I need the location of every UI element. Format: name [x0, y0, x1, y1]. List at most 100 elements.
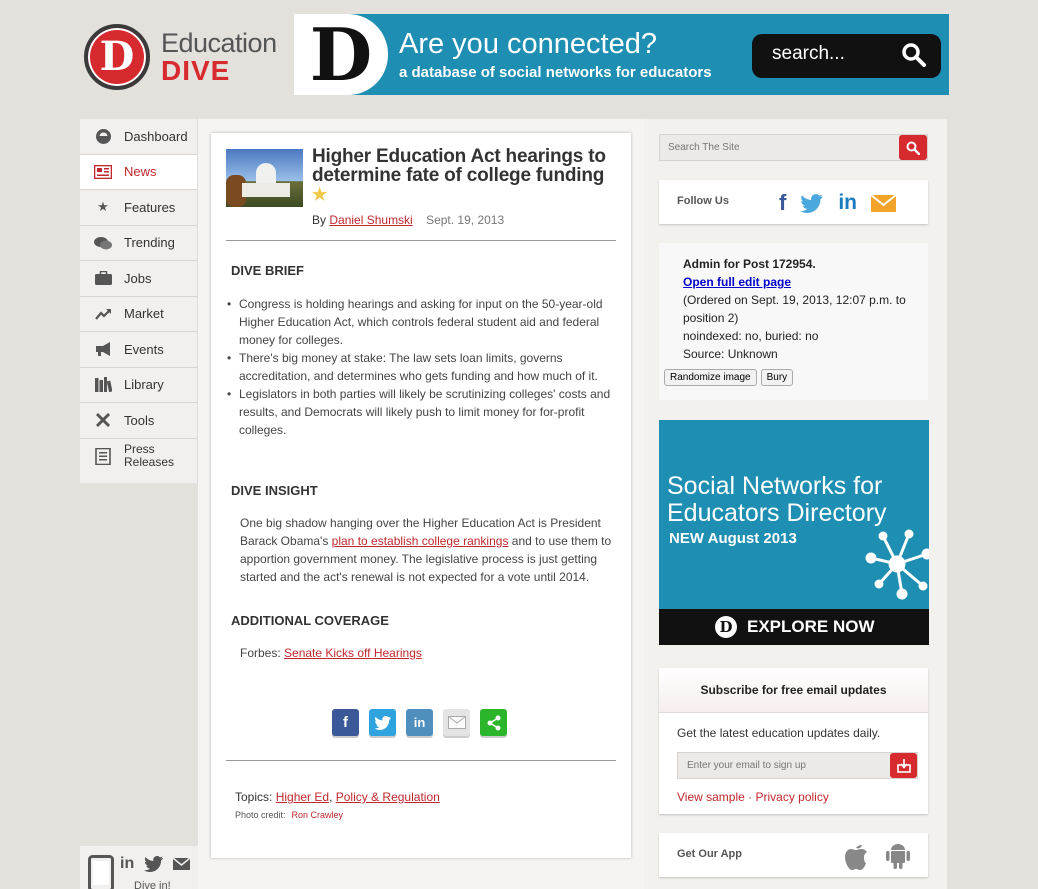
topic-link-higher-ed[interactable]: Higher Ed — [276, 790, 329, 804]
article-thumbnail[interactable] — [226, 149, 303, 207]
books-icon — [94, 377, 112, 393]
additional-coverage-heading: ADDITIONAL COVERAGE — [231, 613, 389, 628]
topic-link-policy[interactable]: Policy & Regulation — [336, 790, 440, 804]
subscribe-links: View sample · Privacy policy — [677, 790, 829, 804]
randomize-image-button[interactable]: Randomize image — [664, 369, 757, 386]
linkedin-icon[interactable]: in — [838, 191, 857, 215]
nav-item-events[interactable]: Events — [80, 332, 197, 368]
main-nav: Dashboard News ★ Features Trending Jobs … — [80, 119, 198, 483]
article-date: Sept. 19, 2013 — [426, 213, 505, 227]
nav-press-line1: Press — [124, 442, 155, 457]
twitter-small-icon[interactable] — [144, 856, 164, 872]
subscribe-heading: Subscribe for free email updates — [659, 668, 928, 713]
coverage-item: Forbes: Senate Kicks off Hearings — [240, 646, 422, 660]
divider — [226, 760, 616, 761]
banner-logo: D — [294, 14, 388, 95]
logo-word-dive: DIVE — [161, 55, 231, 86]
article-topics: Topics: Higher Ed, Policy & Regulation — [235, 790, 440, 804]
megaphone-icon — [94, 341, 112, 357]
follow-us-label: Follow Us — [677, 195, 729, 207]
twitter-icon[interactable] — [800, 193, 824, 213]
inbox-arrow-icon — [896, 758, 911, 773]
nav-item-library[interactable]: Library — [80, 368, 197, 403]
star-icon: ★ — [97, 199, 109, 215]
directory-ad[interactable]: Social Networks for Educators Directory N… — [659, 420, 929, 645]
nav-item-market[interactable]: Market — [80, 297, 197, 332]
mobile-promo[interactable]: in Dive in! — [80, 846, 198, 889]
share-linkedin-icon[interactable]: in — [406, 709, 433, 736]
nav-item-features[interactable]: ★ Features — [80, 190, 197, 226]
admin-box: Admin for Post 172954. Open full edit pa… — [659, 243, 928, 400]
search-icon — [906, 141, 920, 155]
divider — [226, 240, 616, 241]
email-icon[interactable] — [871, 194, 896, 212]
app-store-links — [843, 840, 911, 870]
android-icon[interactable] — [885, 840, 911, 870]
featured-star-icon: ★ — [312, 185, 328, 204]
get-app-box: Get Our App — [659, 833, 928, 877]
subscribe-description: Get the latest education updates daily. — [677, 726, 881, 740]
ad-title: Social Networks for Educators Directory — [667, 472, 887, 527]
share-more-icon[interactable] — [480, 709, 507, 736]
dashboard-icon — [94, 128, 112, 144]
site-search — [659, 134, 928, 161]
nav-item-press-releases[interactable]: Press Releases — [80, 439, 197, 475]
dive-insight-heading: DIVE INSIGHT — [231, 483, 318, 498]
news-icon — [94, 164, 112, 180]
dive-in-label: Dive in! — [134, 880, 171, 889]
apple-icon[interactable] — [843, 840, 869, 870]
ad-subtitle: NEW August 2013 — [669, 530, 797, 547]
site-search-button[interactable] — [899, 135, 927, 160]
nav-item-dashboard[interactable]: Dashboard — [80, 119, 197, 155]
site-logo[interactable]: D Education DIVE — [84, 24, 284, 90]
article-card: Higher Education Act hearings to determi… — [211, 133, 631, 858]
share-facebook-icon[interactable]: f — [332, 709, 359, 736]
briefcase-icon — [94, 270, 112, 286]
privacy-policy-link[interactable]: Privacy policy — [755, 790, 828, 804]
chat-bubbles-icon — [94, 235, 112, 251]
banner-subline: a database of social networks for educat… — [399, 64, 712, 81]
bury-button[interactable]: Bury — [760, 369, 794, 386]
nav-item-jobs[interactable]: Jobs — [80, 261, 197, 297]
get-app-label: Get Our App — [677, 848, 742, 860]
header-banner-ad[interactable]: D Are you connected? a database of socia… — [294, 14, 949, 95]
dive-brief-list: Congress is holding hearings and asking … — [227, 295, 619, 439]
follow-us-box: Follow Us f in — [659, 180, 928, 224]
nav-press-line2: Releases — [124, 455, 175, 470]
view-sample-link[interactable]: View sample — [677, 790, 745, 804]
email-signup-input[interactable] — [678, 753, 883, 778]
article-title: Higher Education Act hearings to determi… — [312, 146, 606, 204]
network-graphic-icon — [865, 529, 929, 600]
subscribe-box: Subscribe for free email updates Get the… — [659, 668, 928, 814]
share-twitter-icon[interactable] — [369, 709, 396, 736]
share-email-icon[interactable] — [443, 709, 470, 736]
list-item: Legislators in both parties will likely … — [227, 385, 619, 439]
email-signup-field — [677, 752, 918, 779]
tools-icon — [94, 412, 112, 428]
coverage-link[interactable]: Senate Kicks off Hearings — [284, 646, 422, 660]
admin-info: Admin for Post 172954. Open full edit pa… — [683, 257, 906, 361]
email-signup-button[interactable] — [890, 753, 917, 778]
social-links: f in — [779, 190, 896, 216]
email-small-icon[interactable] — [173, 858, 190, 870]
nav-item-news[interactable]: News — [80, 154, 197, 190]
open-edit-page-link[interactable]: Open full edit page — [683, 275, 791, 289]
mobile-device-icon — [88, 855, 114, 889]
banner-headline: Are you connected? — [399, 28, 657, 60]
nav-item-trending[interactable]: Trending — [80, 226, 197, 261]
rankings-link[interactable]: plan to establish college rankings — [332, 534, 509, 548]
author-link[interactable]: Daniel Shumski — [329, 213, 412, 227]
photo-credit-link[interactable]: Ron Crawley — [292, 810, 344, 820]
linkedin-small-icon[interactable]: in — [120, 855, 134, 873]
press-icon — [94, 447, 112, 465]
dive-brief-heading: DIVE BRIEF — [231, 263, 304, 278]
logo-badge: D — [84, 24, 150, 90]
nav-item-tools[interactable]: Tools — [80, 403, 197, 439]
banner-search-button[interactable]: search... — [752, 34, 941, 78]
explore-now-button[interactable]: D EXPLORE NOW — [659, 609, 929, 645]
share-buttons: f in — [332, 709, 507, 736]
photo-credit: Photo credit: Ron Crawley — [235, 810, 344, 820]
facebook-icon[interactable]: f — [779, 190, 786, 216]
site-search-input[interactable] — [660, 135, 890, 160]
list-item: There's big money at stake: The law sets… — [227, 349, 619, 385]
